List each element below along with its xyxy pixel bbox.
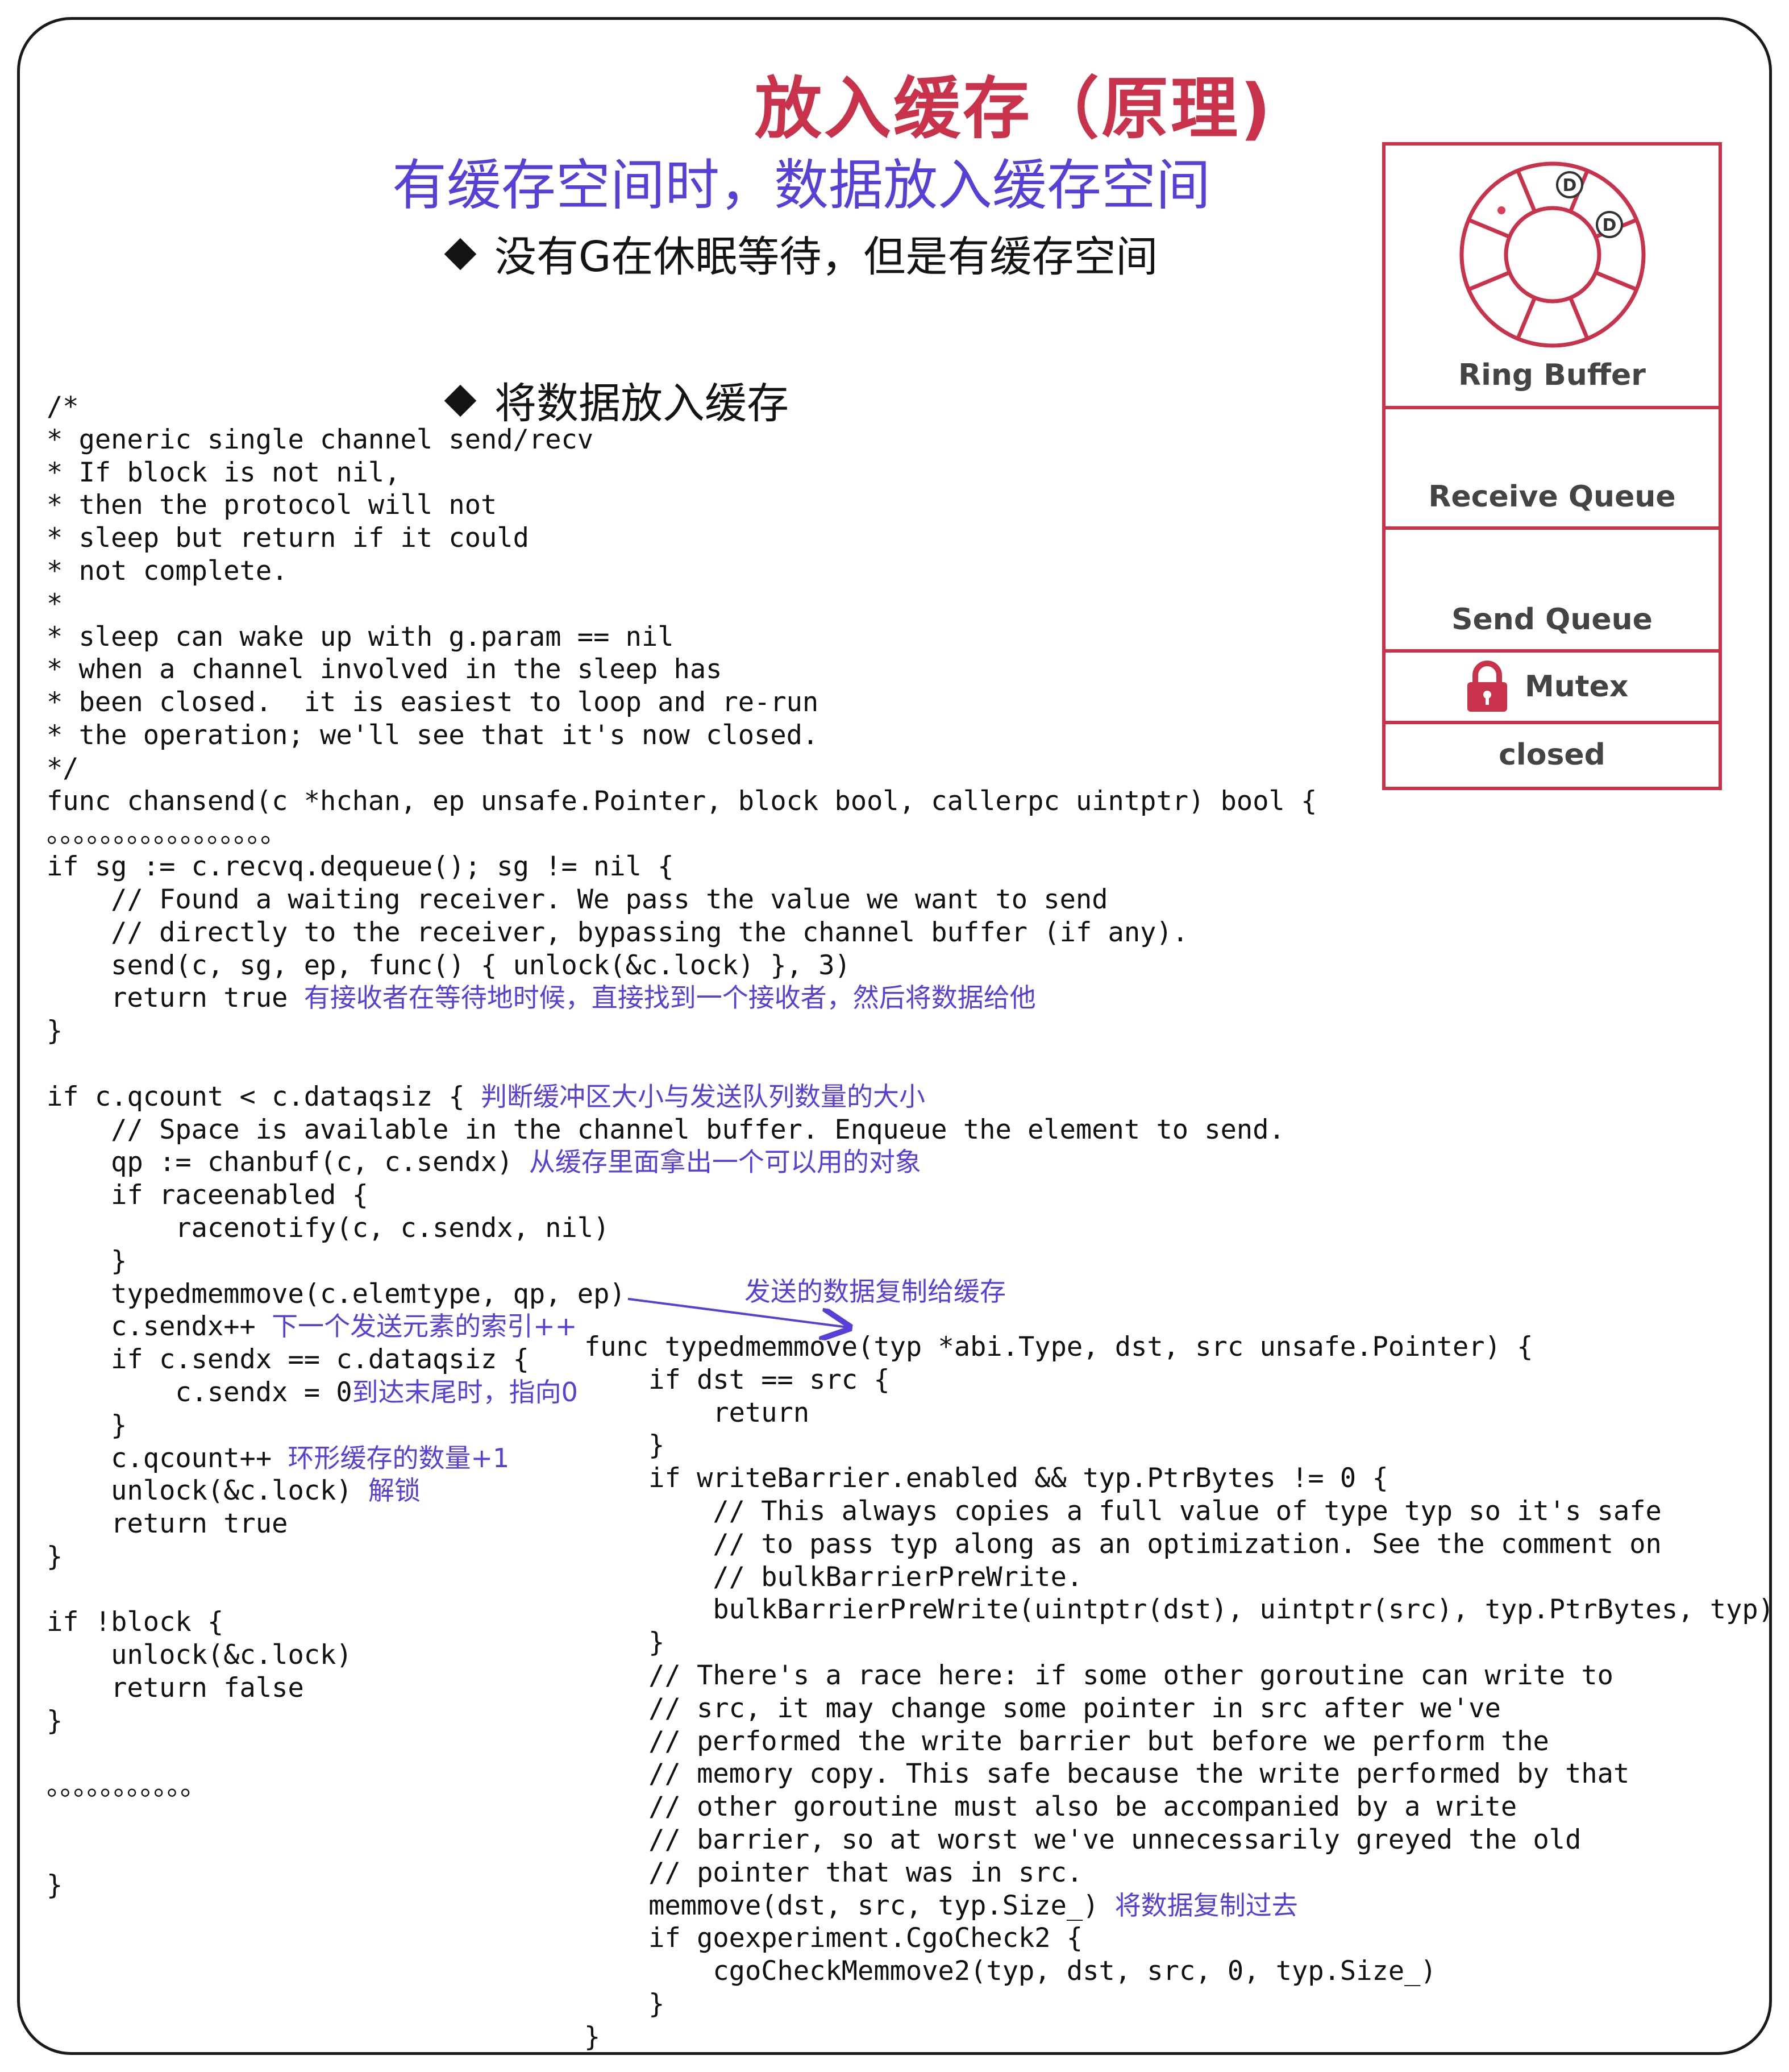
- hchan-structure-panel: D D Ring Buffer Receive Queue Send Queue…: [1382, 142, 1722, 790]
- ring-slot-divider: [1467, 218, 1511, 239]
- ring-slot-marker: D: [1603, 215, 1617, 235]
- copy-arrow: [627, 1298, 848, 1327]
- ring-buffer-cell: D D Ring Buffer: [1386, 146, 1719, 409]
- ring-slot-divider: [1467, 271, 1511, 292]
- ring-slot-divider: [1569, 297, 1590, 340]
- ring-buffer-icon: D D: [1459, 161, 1646, 348]
- ring-slot-divider: [1595, 271, 1638, 292]
- ring-slot-divider: [1516, 297, 1537, 340]
- receive-queue-cell: Receive Queue: [1386, 409, 1719, 530]
- receive-queue-label: Receive Queue: [1428, 480, 1676, 514]
- ring-buffer-label: Ring Buffer: [1458, 358, 1646, 392]
- write-pointer-dot: [1497, 206, 1505, 214]
- ring-slot-marker: D: [1563, 176, 1577, 196]
- closed-cell: closed: [1386, 724, 1719, 787]
- send-queue-label: Send Queue: [1451, 603, 1653, 637]
- ring-slot-divider: [1516, 169, 1537, 213]
- closed-label: closed: [1499, 738, 1605, 772]
- mutex-cell: Mutex: [1386, 653, 1719, 724]
- mutex-label: Mutex: [1525, 670, 1629, 704]
- send-queue-cell: Send Queue: [1386, 530, 1719, 653]
- lock-icon: [1467, 661, 1507, 712]
